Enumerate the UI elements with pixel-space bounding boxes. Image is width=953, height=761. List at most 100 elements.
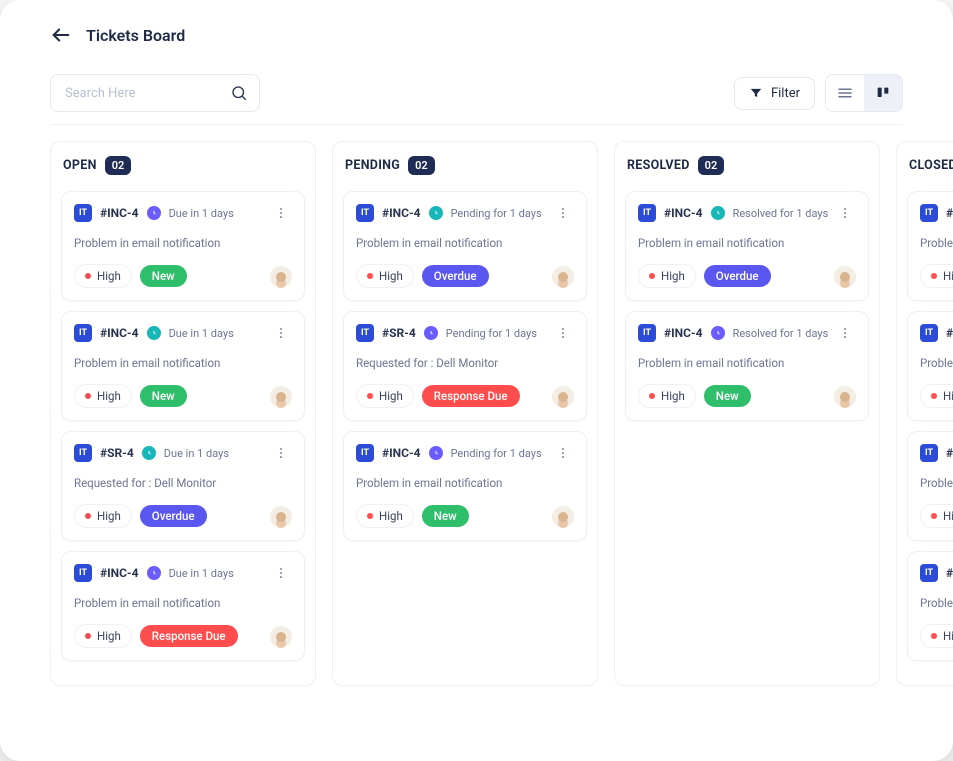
kebab-menu-icon[interactable] <box>270 444 292 462</box>
status-pill: Response Due <box>422 385 520 407</box>
column-header: CLOSED02 <box>907 154 953 181</box>
card-description: Problem in email notification <box>920 356 953 370</box>
assignee-avatar[interactable] <box>552 386 574 408</box>
column-title: OPEN <box>63 158 97 173</box>
list-icon <box>836 84 854 102</box>
kebab-menu-icon[interactable] <box>270 564 292 582</box>
card-footer: HighNew <box>920 384 953 408</box>
column-count-badge: 02 <box>105 156 132 175</box>
assignee-avatar[interactable] <box>834 266 856 288</box>
card-footer: High Response Due <box>356 384 574 408</box>
assignee-avatar[interactable] <box>270 386 292 408</box>
priority-dot-icon <box>85 393 91 399</box>
kebab-menu-icon[interactable] <box>552 444 574 462</box>
kebab-menu-icon[interactable] <box>270 324 292 342</box>
card-footer: HighOverdue <box>638 264 856 288</box>
column-title: PENDING <box>345 158 400 173</box>
priority-pill: High <box>356 504 414 528</box>
search-input[interactable] <box>50 74 260 112</box>
priority-pill: High <box>356 264 414 288</box>
priority-label: High <box>661 389 685 403</box>
ticket-card[interactable]: IT#INC-4Closed for 1 daysProblem in emai… <box>907 551 953 661</box>
ticket-card[interactable]: IT#INC-4Pending for 1 daysProblem in ema… <box>343 191 587 301</box>
kanban-column: OPEN 02 IT#INC-4Due in 1 days Problem in em… <box>50 141 316 686</box>
assignee-avatar[interactable] <box>270 266 292 288</box>
ticket-card[interactable]: IT#INC-4Closed for 1 daysProblem in emai… <box>907 431 953 541</box>
kebab-menu-icon[interactable] <box>552 324 574 342</box>
assignee-avatar[interactable] <box>552 266 574 288</box>
due-text: Resolved for 1 days <box>733 327 829 340</box>
priority-dot-icon <box>367 513 373 519</box>
assignee-avatar[interactable] <box>552 506 574 528</box>
priority-dot-icon <box>85 633 91 639</box>
search-wrap <box>50 74 260 112</box>
card-footer: HighNew <box>920 624 953 648</box>
card-footer: HighNew <box>356 504 574 528</box>
list-view-button[interactable] <box>826 75 864 111</box>
ticket-card[interactable]: IT#INC-4Closed for 1 daysProblem in emai… <box>907 191 953 301</box>
card-description: Problem in email notification <box>920 476 953 490</box>
clock-icon <box>147 326 161 340</box>
priority-label: High <box>943 389 953 403</box>
ticket-card[interactable]: IT#INC-4Closed for 1 daysProblem in emai… <box>907 311 953 421</box>
kebab-menu-icon[interactable] <box>834 324 856 342</box>
column-title: CLOSED <box>909 158 953 173</box>
category-badge: IT <box>920 564 938 582</box>
category-badge: IT <box>638 204 656 222</box>
kebab-menu-icon[interactable] <box>834 204 856 222</box>
priority-pill: High <box>74 504 132 528</box>
assignee-avatar[interactable] <box>270 506 292 528</box>
ticket-card[interactable]: IT#INC-4Resolved for 1 daysProblem in em… <box>625 191 869 301</box>
ticket-id: #INC-4 <box>664 326 703 340</box>
ticket-card[interactable]: IT#INC-4Due in 1 daysProblem in email no… <box>61 191 305 301</box>
priority-pill: High <box>920 504 953 528</box>
card-description: Problem in email notification <box>638 236 856 250</box>
priority-label: High <box>97 629 121 643</box>
clock-icon <box>711 326 725 340</box>
priority-label: High <box>379 389 403 403</box>
kebab-menu-icon[interactable] <box>552 204 574 222</box>
back-arrow-icon[interactable] <box>50 24 72 46</box>
priority-dot-icon <box>649 273 655 279</box>
assignee-avatar[interactable] <box>834 386 856 408</box>
kebab-menu-icon[interactable] <box>270 204 292 222</box>
ticket-card[interactable]: IT#INC-4Due in 1 days Problem in email no… <box>61 551 305 661</box>
priority-label: High <box>97 509 121 523</box>
board-view-button[interactable] <box>864 75 902 111</box>
ticket-card[interactable]: IT#INC-4Resolved for 1 daysProblem in em… <box>625 311 869 421</box>
card-top: IT#INC-4Due in 1 days <box>74 324 292 342</box>
ticket-id: #INC-4 <box>100 326 139 340</box>
clock-icon <box>142 446 156 460</box>
column-header: PENDING02 <box>343 154 587 181</box>
board-icon <box>875 85 891 101</box>
ticket-card[interactable]: IT#INC-4Pending for 1 daysProblem in ema… <box>343 431 587 541</box>
assignee-avatar[interactable] <box>270 626 292 648</box>
clock-icon <box>429 446 443 460</box>
ticket-id: #INC-4 <box>100 206 139 220</box>
card-footer: HighNew <box>920 504 953 528</box>
priority-label: High <box>943 509 953 523</box>
app-frame: Tickets Board Filter <box>0 0 953 761</box>
priority-label: High <box>943 269 953 283</box>
category-badge: IT <box>920 204 938 222</box>
card-description: Problem in email notification <box>74 596 292 610</box>
priority-label: High <box>661 269 685 283</box>
ticket-card[interactable]: IT#SR-4Pending for 1 daysRequested for :… <box>343 311 587 421</box>
ticket-id: #INC-4 <box>382 446 421 460</box>
category-badge: IT <box>638 324 656 342</box>
card-description: Problem in email notification <box>356 236 574 250</box>
priority-pill: High <box>920 264 953 288</box>
due-text: Due in 1 days <box>169 327 234 340</box>
priority-pill: High <box>638 264 696 288</box>
filter-button[interactable]: Filter <box>734 77 815 110</box>
category-badge: IT <box>356 324 374 342</box>
card-top: IT#INC-4Due in 1 days <box>74 564 292 582</box>
priority-label: High <box>97 269 121 283</box>
ticket-card[interactable]: IT#INC-4Due in 1 daysProblem in email no… <box>61 311 305 421</box>
priority-dot-icon <box>931 513 937 519</box>
ticket-card[interactable]: IT#SR-4Due in 1 daysRequested for : Dell… <box>61 431 305 541</box>
kanban-column: RESOLVED02IT#INC-4Resolved for 1 daysPro… <box>614 141 880 686</box>
ticket-id: #INC-4 <box>946 326 953 340</box>
card-footer: HighNew <box>74 384 292 408</box>
card-footer: HighNew <box>920 264 953 288</box>
